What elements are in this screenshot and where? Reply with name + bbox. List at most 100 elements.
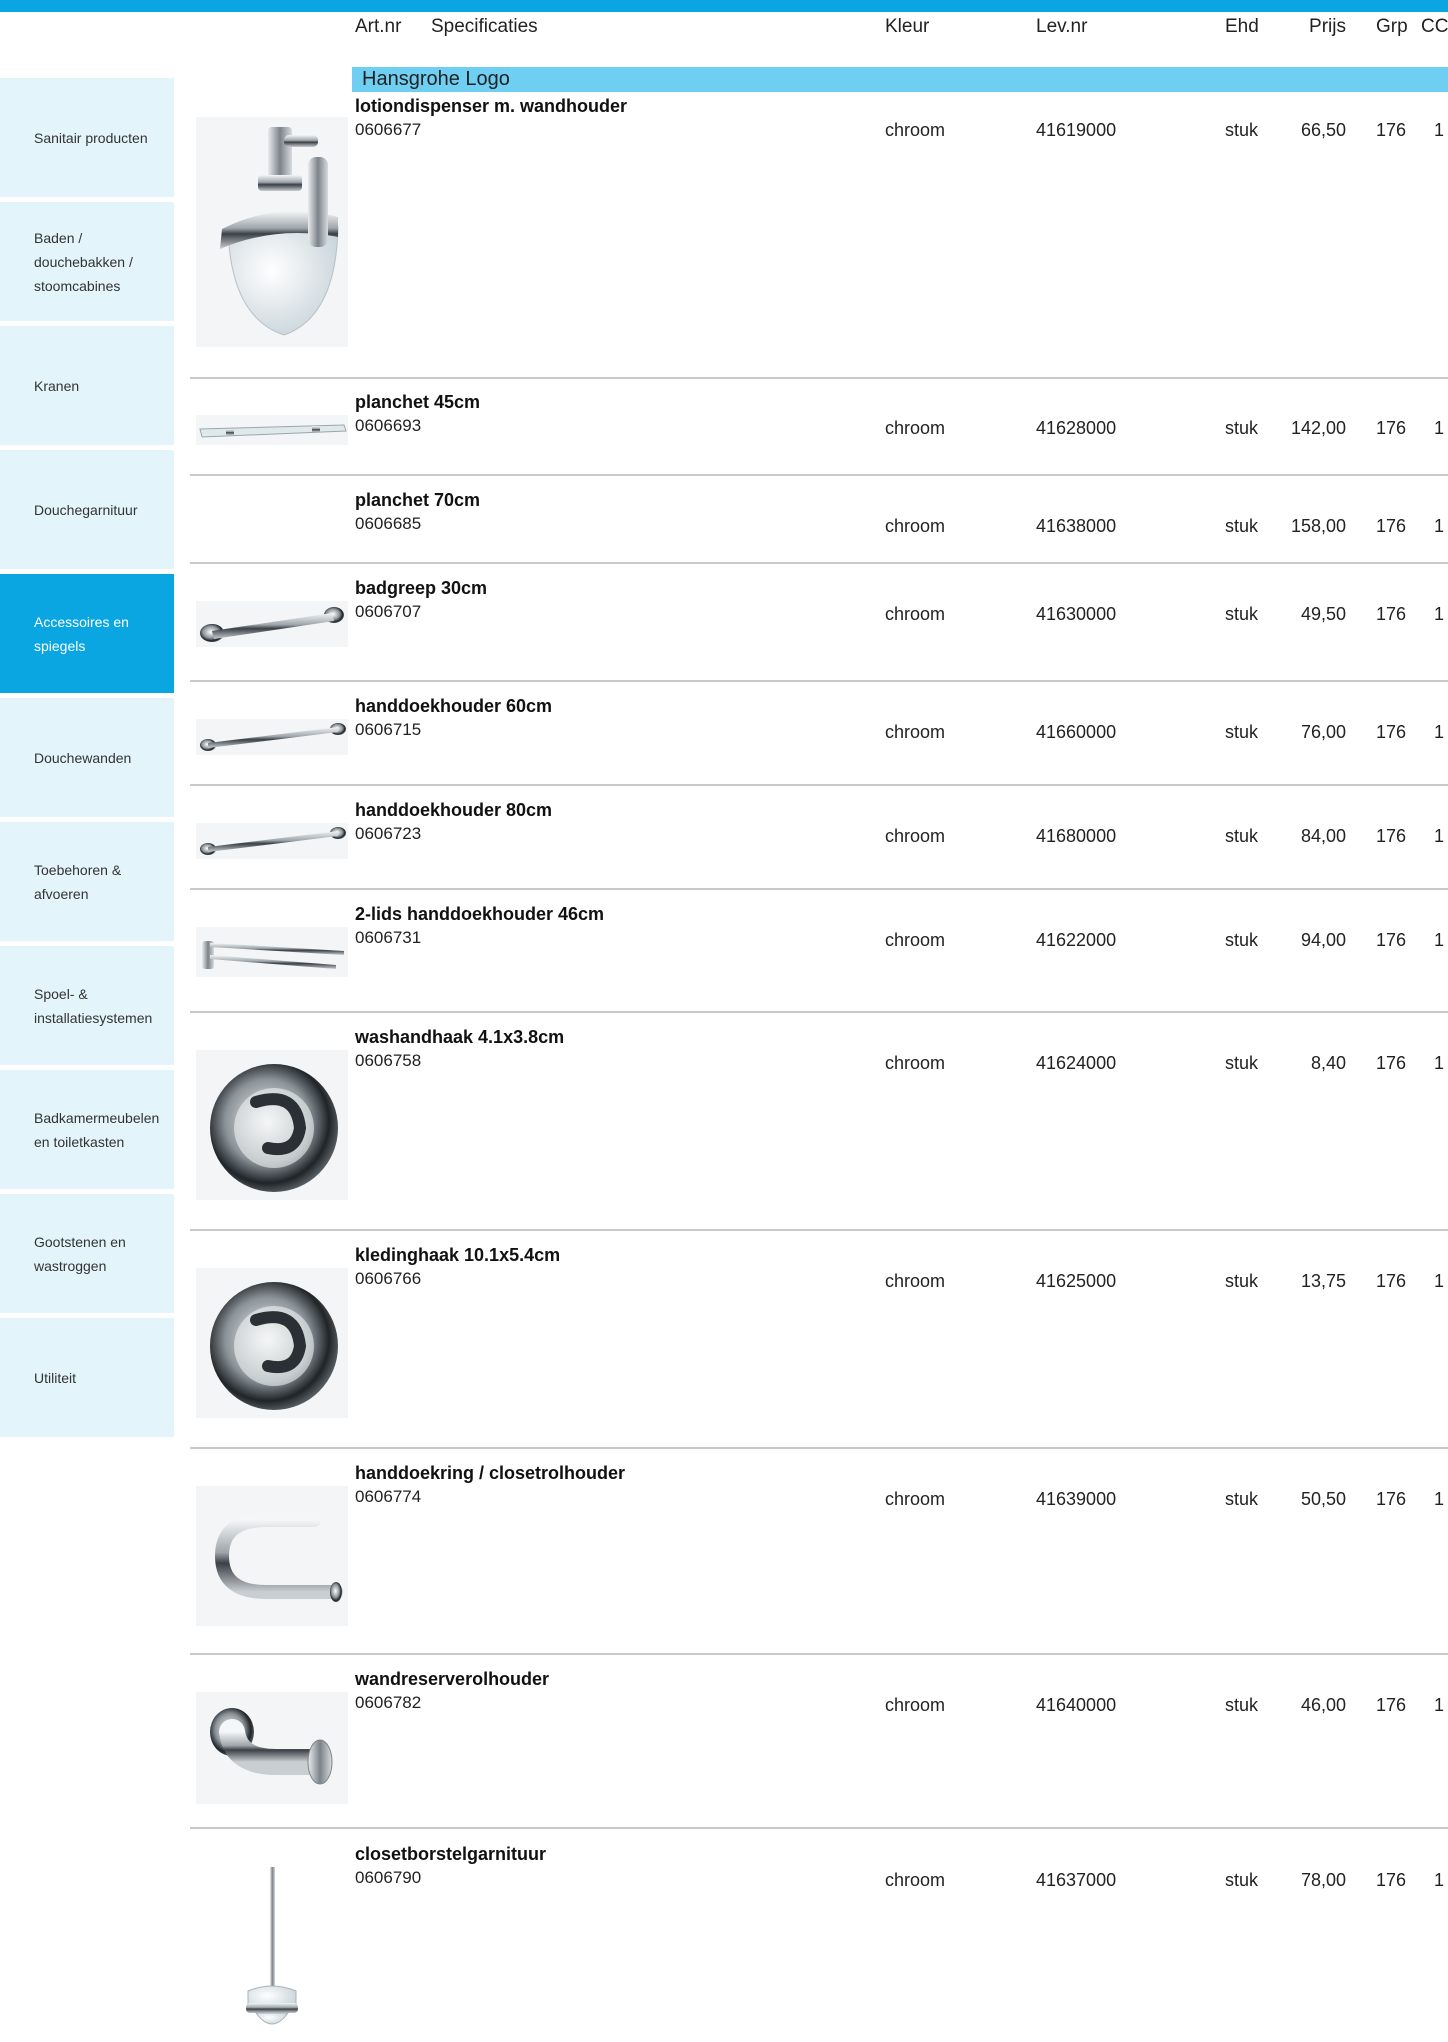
- sidebar-item-accessoires[interactable]: Accessoires en spiegels: [0, 574, 174, 693]
- product-cc: 1: [1434, 1271, 1445, 1291]
- product-kleur: chroom: [885, 722, 946, 742]
- product-name: handdoekring / closetrolhouder: [355, 1463, 626, 1483]
- sidebar-item-douchegarnituur[interactable]: Douchegarnituur: [0, 450, 174, 569]
- row-divider: [190, 562, 1448, 564]
- product-kleur: chroom: [885, 418, 946, 438]
- product-name: handdoekhouder 80cm: [355, 800, 553, 820]
- sidebar-item-label: Utiliteit: [34, 1369, 77, 1386]
- product-levnr: 41619000: [1036, 120, 1117, 140]
- sidebar-item-badkamermeubelen[interactable]: Badkamermeubelen en toiletkasten: [0, 1070, 174, 1189]
- product-cc: 1: [1434, 604, 1445, 624]
- product-cc: 1: [1434, 722, 1445, 742]
- product-code: 0606774: [355, 1487, 422, 1506]
- sidebar-item-label: Sanitair producten: [34, 129, 148, 146]
- product-name: wandreserverolhouder: [355, 1669, 550, 1689]
- product-levnr: 41630000: [1036, 604, 1117, 624]
- product-grp: 176: [1376, 1271, 1407, 1291]
- sidebar-item-label: Douchewanden: [34, 749, 132, 766]
- product-prijs: 8,40: [1310, 1053, 1346, 1073]
- sidebar-item-gootstenen[interactable]: Gootstenen en wastroggen: [0, 1194, 174, 1313]
- product-kleur: chroom: [885, 1271, 946, 1291]
- col-header-ehd: Ehd: [1225, 16, 1259, 37]
- sidebar-item-label: Douchegarnituur: [34, 501, 138, 518]
- product-grp: 176: [1376, 826, 1407, 846]
- product-grp: 176: [1376, 1695, 1407, 1715]
- product-levnr: 41624000: [1036, 1053, 1117, 1073]
- product-levnr: 41640000: [1036, 1695, 1117, 1715]
- product-cc: 1: [1434, 1870, 1445, 1890]
- sidebar-item-douchewanden[interactable]: Douchewanden: [0, 698, 174, 817]
- product-code: 0606731: [355, 928, 422, 947]
- product-name: kledinghaak 10.1x5.4cm: [355, 1245, 561, 1265]
- col-header-prijs: Prijs: [1309, 16, 1346, 37]
- product-prijs: 94,00: [1300, 930, 1346, 950]
- product-prijs: 49,50: [1300, 604, 1346, 624]
- product-prijs: 66,50: [1300, 120, 1346, 140]
- product-prijs: 142,00: [1290, 418, 1346, 438]
- product-code: 0606723: [355, 824, 422, 843]
- product-levnr: 41638000: [1036, 516, 1117, 536]
- product-cc: 1: [1434, 120, 1445, 140]
- towel-ring-icon: [196, 1486, 348, 1626]
- product-code: 0606790: [355, 1868, 422, 1887]
- sidebar-item-baden[interactable]: Baden / douchebakken / stoomcabines: [0, 202, 174, 321]
- product-levnr: 41639000: [1036, 1489, 1117, 1509]
- sidebar-item-utiliteit[interactable]: Utiliteit: [0, 1318, 174, 1437]
- product-cc: 1: [1434, 418, 1445, 438]
- group-band: Hansgrohe Logo: [352, 67, 1448, 92]
- row-divider: [190, 888, 1448, 890]
- col-header-kleur: Kleur: [885, 16, 930, 37]
- product-code: 0606707: [355, 602, 422, 621]
- product-prijs: 76,00: [1300, 722, 1346, 742]
- sidebar-item-label: Kranen: [34, 377, 80, 394]
- product-grp: 176: [1376, 418, 1407, 438]
- sidebar-item-label: Spoel- & installatiesystemen: [34, 985, 153, 1026]
- row-divider: [190, 784, 1448, 786]
- product-levnr: 41680000: [1036, 826, 1117, 846]
- product-cc: 1: [1434, 1053, 1445, 1073]
- product-prijs: 13,75: [1300, 1271, 1346, 1291]
- product-code: 0606677: [355, 120, 422, 139]
- product-name: planchet 45cm: [355, 392, 481, 412]
- double-towel-bar-icon: [196, 927, 348, 977]
- product-grp: 176: [1376, 604, 1407, 624]
- product-cc: 1: [1434, 826, 1445, 846]
- product-levnr: 41622000: [1036, 930, 1117, 950]
- col-header-levnr: Lev.nr: [1036, 16, 1088, 37]
- product-kleur: chroom: [885, 516, 946, 536]
- sidebar-item-toebehoren[interactable]: Toebehoren & afvoeren: [0, 822, 174, 941]
- product-code: 0606693: [355, 416, 422, 435]
- sidebar-item-label: Toebehoren & afvoeren: [34, 861, 122, 902]
- towel-rail-icon: [196, 823, 348, 859]
- product-code: 0606685: [355, 514, 422, 533]
- row-divider: [190, 474, 1448, 476]
- sidebar-item-kranen[interactable]: Kranen: [0, 326, 174, 445]
- row-divider: [190, 1447, 1448, 1449]
- sidebar-item-label: Baden / douchebakken / stoomcabines: [34, 229, 133, 294]
- product-kleur: chroom: [885, 1053, 946, 1073]
- product-kleur: chroom: [885, 120, 946, 140]
- product-name: washandhaak 4.1x3.8cm: [355, 1027, 565, 1047]
- sidebar-item-label: Badkamermeubelen en toiletkasten: [34, 1109, 160, 1150]
- product-kleur: chroom: [885, 1870, 946, 1890]
- product-grp: 176: [1376, 1489, 1407, 1509]
- product-prijs: 158,00: [1290, 516, 1346, 536]
- product-kleur: chroom: [885, 1695, 946, 1715]
- sidebar-item-label: Accessoires en spiegels: [34, 613, 129, 654]
- col-header-grp: Grp: [1376, 16, 1408, 37]
- sidebar-item-spoel[interactable]: Spoel- & installatiesystemen: [0, 946, 174, 1065]
- sidebar-item-sanitair[interactable]: Sanitair producten: [0, 78, 174, 197]
- product-grp: 176: [1376, 1870, 1407, 1890]
- product-code: 0606758: [355, 1051, 422, 1070]
- product-grp: 176: [1376, 516, 1407, 536]
- row-divider: [190, 680, 1448, 682]
- product-levnr: 41637000: [1036, 1870, 1117, 1890]
- glass-shelf-icon: [196, 415, 348, 445]
- product-prijs: 50,50: [1300, 1489, 1346, 1509]
- product-kleur: chroom: [885, 604, 946, 624]
- product-cc: 1: [1434, 516, 1445, 536]
- product-cc: 1: [1434, 1489, 1445, 1509]
- round-hook-icon: [196, 1050, 348, 1200]
- towel-rail-icon: [196, 719, 348, 755]
- product-code: 0606715: [355, 720, 422, 739]
